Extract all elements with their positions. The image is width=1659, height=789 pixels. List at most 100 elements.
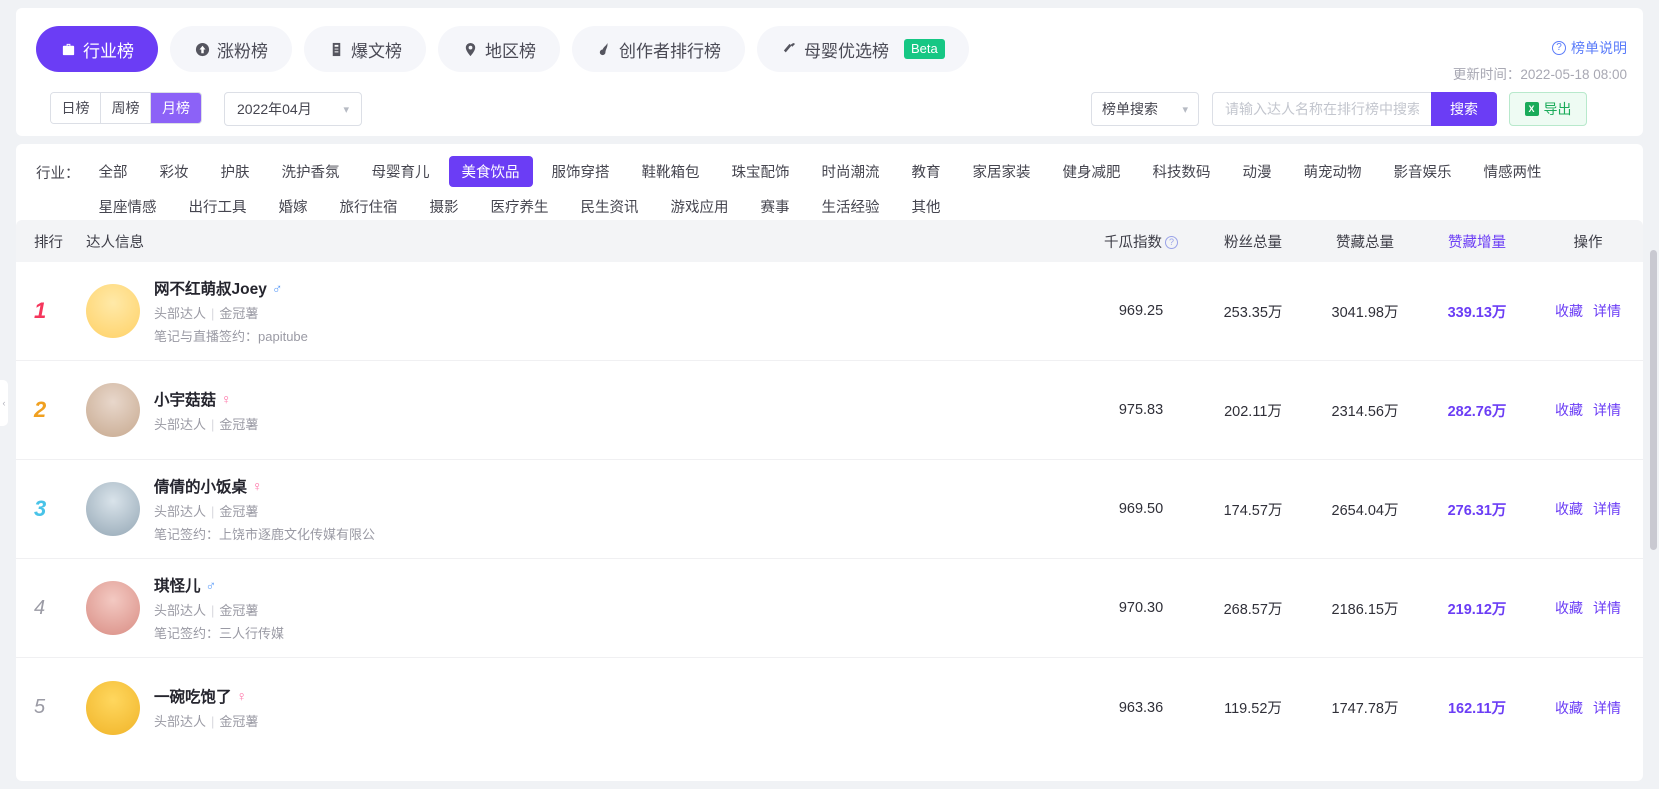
influencer-info[interactable]: 一碗吃饱了 ♀ 头部达人 | 金冠薯 (86, 680, 1085, 735)
favorite-button[interactable]: 收藏 (1555, 598, 1583, 618)
industry-tag[interactable]: 彩妆 (147, 156, 202, 187)
avatar[interactable] (86, 482, 140, 536)
industry-tag[interactable]: 民生资讯 (568, 191, 652, 222)
industry-tag[interactable]: 摄影 (417, 191, 472, 222)
date-select[interactable]: 2022年04月 ▾ (224, 92, 362, 126)
industry-tag[interactable]: 健身减肥 (1050, 156, 1134, 187)
influencer-info[interactable]: 小宇菇菇 ♀ 头部达人 | 金冠薯 (86, 383, 1085, 437)
question-mark-icon[interactable]: ? (1165, 236, 1178, 250)
avatar[interactable] (86, 383, 140, 437)
favorite-button[interactable]: 收藏 (1555, 301, 1583, 321)
period-daily[interactable]: 日榜 (51, 93, 101, 123)
cell-like-growth: 282.76万 (1447, 403, 1507, 420)
location-pin-icon (462, 41, 478, 57)
detail-button[interactable]: 详情 (1593, 698, 1621, 718)
search-input[interactable] (1212, 92, 1431, 126)
table-row[interactable]: 1 网不红萌叔Joey ♂ 头部达人 | 金冠薯 笔记与直播签约：papitube 969.2… (16, 262, 1643, 361)
influencer-info[interactable]: 琪怪儿 ♂ 头部达人 | 金冠薯 笔记签约：三人行传媒 (86, 574, 1085, 642)
influencer-info[interactable]: 网不红萌叔Joey ♂ 头部达人 | 金冠薯 笔记与直播签约：papitube (86, 277, 1085, 345)
industry-tag[interactable]: 护肤 (208, 156, 263, 187)
industry-tag[interactable]: 洗护香氛 (269, 156, 353, 187)
period-weekly[interactable]: 周榜 (101, 93, 151, 123)
tab-hot-article-ranking[interactable]: 爆文榜 (304, 26, 426, 72)
industry-tag[interactable]: 情感两性 (1471, 156, 1555, 187)
tab-creator-ranking[interactable]: 创作者排行榜 (572, 26, 745, 72)
table-row[interactable]: 3 倩倩的小饭桌 ♀ 头部达人 | 金冠薯 笔记签约：上饶市逐鹿文化传媒有限公 969.50 1… (16, 460, 1643, 559)
col-like-growth[interactable]: 赞藏增量 (1421, 231, 1533, 252)
cell-fans-total: 268.57万 (1223, 601, 1283, 618)
export-button[interactable]: X 导出 (1509, 92, 1587, 126)
table-row[interactable]: 5 一碗吃饱了 ♀ 头部达人 | 金冠薯 963.36 119.52万 1747.78万 162.… (16, 658, 1643, 757)
industry-tag[interactable]: 游戏应用 (658, 191, 742, 222)
influencer-crown: 金冠薯 (219, 416, 259, 432)
industry-tag[interactable]: 科技数码 (1140, 156, 1224, 187)
cell-fans-total: 119.52万 (1224, 701, 1282, 717)
rank-number: 1 (34, 298, 47, 323)
ranking-help-link[interactable]: ? 榜单说明 (1552, 38, 1627, 58)
industry-tag[interactable]: 动漫 (1230, 156, 1285, 187)
creator-icon (596, 41, 612, 57)
cell-qiangua-index: 970.30 (1118, 600, 1164, 616)
ranking-table: 排行 达人信息 千瓜指数? 粉丝总量 赞藏总量 赞藏增量 操作 1 网不红萌叔Jo… (16, 220, 1643, 781)
period-monthly[interactable]: 月榜 (151, 93, 201, 123)
industry-tag[interactable]: 影音娱乐 (1381, 156, 1465, 187)
cell-like-total: 2314.56万 (1331, 403, 1399, 420)
influencer-level: 头部达人 (154, 714, 207, 729)
industry-tag[interactable]: 母婴育儿 (359, 156, 443, 187)
cell-like-growth: 162.11万 (1447, 701, 1507, 717)
industry-tag[interactable]: 鞋靴箱包 (629, 156, 713, 187)
tab-mother-baby-ranking[interactable]: 母婴优选榜 Beta (757, 26, 969, 72)
influencer-info[interactable]: 倩倩的小饭桌 ♀ 头部达人 | 金冠薯 笔记签约：上饶市逐鹿文化传媒有限公 (86, 475, 1085, 543)
tab-fans-growth-ranking[interactable]: 涨粉榜 (170, 26, 292, 72)
industry-tag[interactable]: 萌宠动物 (1291, 156, 1375, 187)
col-like-total: 赞藏总量 (1336, 234, 1394, 251)
favorite-button[interactable]: 收藏 (1555, 400, 1583, 420)
filter-bar: 日榜 周榜 月榜 2022年04月 ▾ 榜单搜索 ▾ 搜索 X 导出 (16, 90, 1643, 136)
industry-tag[interactable]: 星座情感 (86, 191, 170, 222)
col-qiangua-index-label: 千瓜指数 (1104, 234, 1162, 251)
detail-button[interactable]: 详情 (1593, 400, 1621, 420)
industry-tag[interactable]: 其他 (899, 191, 954, 222)
avatar[interactable] (86, 680, 140, 735)
tab-region-ranking[interactable]: 地区榜 (438, 26, 560, 72)
detail-button[interactable]: 详情 (1593, 301, 1621, 321)
excel-icon: X (1524, 102, 1539, 116)
industry-tag[interactable]: 出行工具 (176, 191, 260, 222)
industry-tag[interactable]: 全部 (86, 156, 141, 187)
page-root: 行业榜 涨粉榜 爆文榜 地区榜 创作者排行榜 母婴优选榜 Beta ? 榜单说明… (0, 0, 1659, 789)
influencer-name: 倩倩的小饭桌 (154, 479, 248, 496)
table-row[interactable]: 2 小宇菇菇 ♀ 头部达人 | 金冠薯 975.83 202.11万 2314.56万 282.7… (16, 361, 1643, 460)
industry-tag[interactable]: 医疗养生 (478, 191, 562, 222)
avatar[interactable] (86, 284, 140, 338)
search-button[interactable]: 搜索 (1431, 92, 1497, 126)
industry-tag[interactable]: 旅行住宿 (327, 191, 411, 222)
rank-search-select[interactable]: 榜单搜索 ▾ (1091, 92, 1199, 126)
rank-number: 5 (34, 696, 46, 718)
avatar[interactable] (86, 581, 140, 635)
detail-button[interactable]: 详情 (1593, 499, 1621, 519)
industry-tag[interactable]: 美食饮品 (448, 156, 533, 187)
page-scrollbar[interactable] (1650, 250, 1657, 550)
industry-tag[interactable]: 服饰穿搭 (539, 156, 623, 187)
favorite-button[interactable]: 收藏 (1555, 499, 1583, 519)
industry-tag[interactable]: 教育 (899, 156, 954, 187)
tab-industry-ranking[interactable]: 行业榜 (36, 26, 158, 72)
influencer-crown: 金冠薯 (219, 714, 259, 729)
industry-tag[interactable]: 时尚潮流 (809, 156, 893, 187)
avatar-image (86, 383, 140, 437)
col-qiangua-index: 千瓜指数? (1085, 231, 1197, 252)
influencer-level: 头部达人 (154, 603, 207, 618)
favorite-button[interactable]: 收藏 (1555, 698, 1583, 718)
question-mark-icon: ? (1552, 41, 1566, 55)
industry-tag[interactable]: 婚嫁 (266, 191, 321, 222)
cell-like-total: 1747.78万 (1331, 701, 1399, 717)
sidebar-collapse-handle[interactable]: ‹ (0, 380, 8, 426)
industry-tag[interactable]: 赛事 (748, 191, 803, 222)
gender-icon: ♀ (252, 478, 263, 494)
table-row[interactable]: 4 琪怪儿 ♂ 头部达人 | 金冠薯 笔记签约：三人行传媒 970.30 268.57万 2186… (16, 559, 1643, 658)
detail-button[interactable]: 详情 (1593, 598, 1621, 618)
industry-tag[interactable]: 家居家装 (960, 156, 1044, 187)
industry-tag[interactable]: 生活经验 (809, 191, 893, 222)
rank-number: 4 (34, 596, 46, 619)
industry-tag[interactable]: 珠宝配饰 (719, 156, 803, 187)
